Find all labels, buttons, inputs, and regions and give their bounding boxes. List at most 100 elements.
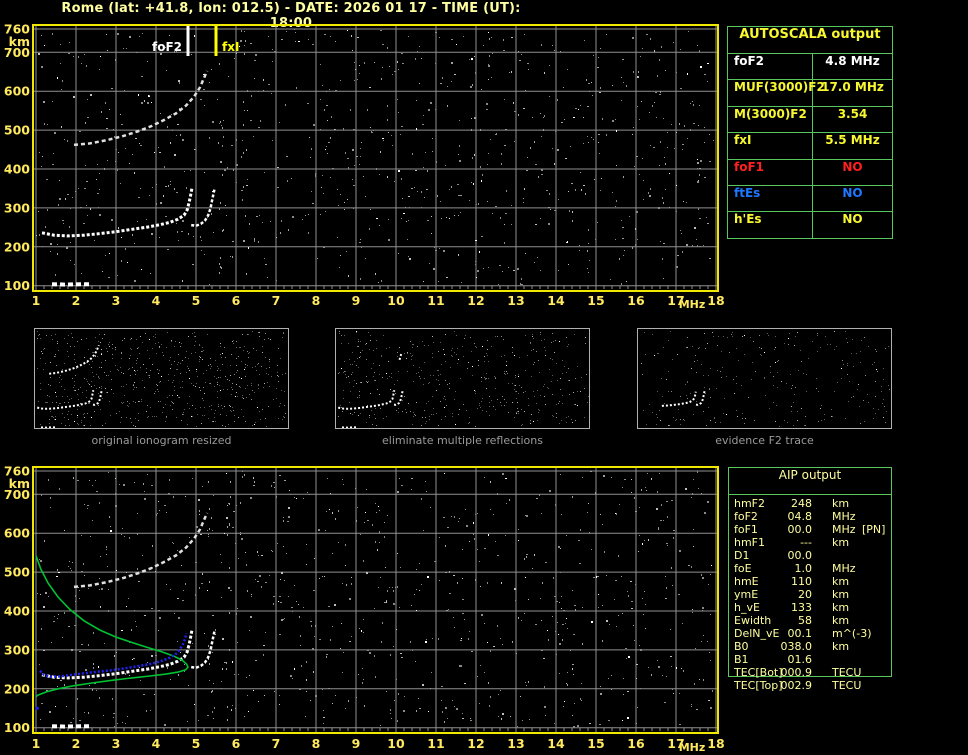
autoscala-row-label: h'Es — [728, 212, 813, 238]
x-axis-tick-label: 8 — [312, 293, 321, 308]
autoscala-row-label: foF2 — [728, 54, 813, 80]
aip-val: 248 — [791, 497, 812, 510]
autoscala-row-value: 17.0 MHz — [821, 80, 884, 95]
aip-val: 00.0 — [787, 549, 813, 562]
autoscala-table-header: AUTOSCALA output — [728, 27, 892, 54]
autoscala-row-label: ftEs — [728, 185, 813, 212]
traces — [41, 70, 217, 287]
x-axis-tick-label: 12 — [467, 293, 484, 308]
x-axis-tick-label: 14 — [547, 293, 565, 308]
autoscala-row-value: 4.8 MHz — [825, 54, 880, 68]
y-axis-tick-label: 200 — [4, 239, 30, 254]
x-axis-tick-label: 13 — [507, 293, 524, 308]
aip-row-TEC[Bot]: TEC[Bot] 000.9 TECU — [728, 666, 892, 679]
aip-lbl: hmE — [734, 575, 759, 588]
aip-val: 002.9 — [780, 679, 813, 692]
aip-row-B1: B1 01.6 — [728, 653, 892, 666]
aip-unit: MHz — [832, 523, 856, 536]
aip-lbl: hmF2 — [734, 497, 766, 510]
aip-val: --- — [800, 536, 812, 549]
series-fitted_dot — [35, 706, 39, 710]
aip-val: 110 — [791, 575, 812, 588]
aip-lbl: D1 — [734, 549, 750, 562]
axis-labels: 760700600500400300200100km1 2 3 4 5 6 7 8 9 10 11 1… — [4, 464, 725, 755]
y-axis-unit-label: km — [9, 476, 30, 491]
aip-unit: km — [832, 536, 850, 549]
aip-row-hmE: hmE 110 km — [728, 575, 892, 588]
y-axis-tick-label: 100 — [4, 278, 30, 293]
x-axis-tick-label: 18 — [707, 736, 724, 751]
aip-val: 000.9 — [780, 666, 813, 679]
autoscala-row-label: MUF(3000)F2 — [728, 80, 825, 106]
x-axis-tick-label: 1 — [32, 293, 41, 308]
autoscala-row-label: fxI — [728, 133, 813, 159]
aip-lbl: foF1 — [734, 523, 758, 536]
autoscala-row-MUF(3000)F2: MUF(3000)F2 17.0 MHz — [728, 80, 892, 107]
x-axis-tick-label: 3 — [112, 293, 121, 308]
aip-val: 133 — [791, 601, 812, 614]
marker-label-fxI: fxI — [222, 40, 239, 54]
x-axis-tick-label: 7 — [272, 736, 281, 751]
series-multiple_trace — [73, 512, 209, 589]
series-o_trace — [41, 187, 194, 238]
y-axis-tick-label: 500 — [4, 123, 30, 138]
top-ionogram-plot: foF2 fxI760700600500400300200100km1 2 3 4 5 6 7… — [4, 22, 725, 312]
autoscala-output-table: AUTOSCALA output foF2 4.8 MHz MUF(3000)F2 1… — [727, 26, 893, 239]
aip-row-foE: foE 1.0 MHz — [728, 562, 892, 575]
autoscala-row-foF1: foF1 NO — [728, 159, 892, 186]
aip-table-rows: hmF2 248 km foF2 04.8 MHz foF1 00.0 MHz [PN] hmF1 -… — [728, 497, 892, 692]
y-axis-tick-label: 600 — [4, 84, 30, 99]
x-axis-tick-label: 10 — [387, 736, 405, 751]
autoscala-row-M(3000)F2: M(3000)F2 3.54 — [728, 106, 892, 134]
thumbnail-2-frame — [335, 328, 590, 429]
x-axis-tick-label: 5 — [192, 736, 201, 751]
aip-row-h_vE: h_vE 133 km — [728, 601, 892, 614]
thumbnail-1-caption: original ionogram resized — [91, 434, 232, 447]
x-axis-tick-label: 15 — [587, 736, 604, 751]
aip-unit: km — [832, 614, 850, 627]
thumbnail-3-frame — [637, 328, 892, 429]
aip-lbl: ymE — [734, 588, 759, 601]
y-axis-tick-label: 600 — [4, 526, 30, 541]
aip-unit: m^(-3) — [832, 627, 872, 640]
aip-unit: MHz — [832, 510, 856, 523]
x-axis-tick-label: 18 — [707, 293, 724, 308]
autoscala-row-value: NO — [842, 159, 863, 174]
series-fitted_trace — [39, 632, 188, 679]
aip-val: 00.1 — [787, 627, 813, 640]
aip-val: 00.0 — [787, 523, 813, 536]
y-axis-tick-label: 200 — [4, 681, 30, 696]
aip-lbl: hmF1 — [734, 536, 766, 549]
traces — [35, 512, 217, 729]
grid-lines — [34, 26, 717, 290]
autoscala-row-label: foF1 — [728, 159, 813, 185]
aip-unit: km — [832, 575, 850, 588]
aip-val: 04.8 — [787, 510, 813, 523]
x-axis-tick-label: 15 — [587, 293, 604, 308]
bottom-ionogram-plot: 760700600500400300200100km1 2 3 4 5 6 7 8 9 10 11 1… — [4, 464, 725, 755]
x-axis-tick-label: 3 — [112, 736, 121, 751]
aip-val: 20 — [798, 588, 812, 601]
aip-lbl: foE — [734, 562, 752, 575]
x-axis-tick-label: 12 — [467, 736, 484, 751]
x-axis-tick-label: 8 — [312, 736, 321, 751]
y-axis-tick-label: 400 — [4, 604, 30, 619]
x-axis-tick-label: 6 — [232, 293, 241, 308]
x-axis-tick-label: 5 — [192, 293, 201, 308]
x-axis-tick-label: 4 — [152, 736, 161, 751]
thumbnail-2-caption: eliminate multiple reflections — [382, 434, 543, 447]
x-axis-unit-label: MHz — [679, 741, 706, 754]
x-axis-tick-label: 1 — [32, 736, 41, 751]
aip-unit: TECU — [832, 679, 862, 692]
aip-val: 58 — [798, 614, 812, 627]
x-axis-tick-label: 11 — [427, 736, 444, 751]
autoscala-row-foF2: foF2 4.8 MHz — [728, 54, 892, 81]
y-axis-tick-label: 400 — [4, 162, 30, 177]
x-axis-tick-label: 16 — [627, 293, 645, 308]
noise-speckle — [37, 471, 713, 728]
thumbnail-1-frame — [34, 328, 289, 429]
autoscala-row-value: NO — [842, 185, 863, 200]
app-window: Rome (lat: +41.8, lon: 012.5) - DATE: 20… — [0, 0, 968, 755]
x-axis-tick-label: 2 — [72, 736, 81, 751]
x-axis-tick-label: 16 — [627, 736, 645, 751]
